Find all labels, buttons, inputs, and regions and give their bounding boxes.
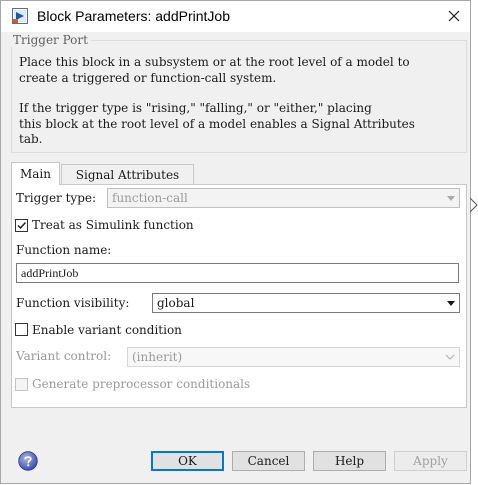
trigger-type-value: function-call — [112, 191, 188, 205]
window-title: Block Parameters: addPrintJob — [37, 8, 230, 24]
tab-signal-attributes[interactable]: Signal Attributes — [61, 164, 194, 185]
description-line: If the trigger type is "rising," "fallin… — [19, 101, 372, 115]
chevron-down-icon — [445, 354, 455, 360]
description-line: tab. — [19, 132, 43, 146]
trigger-type-dropdown[interactable]: function-call — [107, 188, 460, 208]
chevron-down-icon — [447, 196, 455, 201]
function-visibility-value: global — [157, 296, 195, 310]
generate-preprocessor-conditionals-label: Generate preprocessor conditionals — [32, 377, 251, 391]
treat-as-simulink-function-checkbox[interactable] — [15, 219, 28, 232]
function-name-input[interactable] — [17, 264, 458, 282]
close-button[interactable] — [437, 1, 471, 32]
function-name-label: Function name: — [16, 243, 112, 257]
trigger-type-label: Trigger type: — [16, 191, 97, 205]
description-line: Place this block in a subsystem or at th… — [19, 55, 410, 69]
background-chevron-right-icon — [470, 197, 478, 213]
help-icon[interactable] — [18, 451, 38, 471]
enable-variant-condition-label: Enable variant condition — [32, 323, 182, 337]
block-description: Place this block in a subsystem or at th… — [19, 55, 464, 148]
checkmark-icon — [17, 222, 27, 230]
cancel-button[interactable]: Cancel — [232, 451, 305, 471]
variant-control-label: Variant control: — [16, 349, 112, 363]
simulink-block-icon — [12, 8, 28, 24]
function-visibility-dropdown[interactable]: global — [152, 293, 460, 313]
variant-control-combobox[interactable]: (inherit) — [127, 347, 460, 367]
generate-preprocessor-conditionals-checkbox[interactable] — [15, 378, 28, 391]
tab-main[interactable]: Main — [11, 162, 60, 185]
treat-as-simulink-function-label: Treat as Simulink function — [32, 218, 194, 232]
description-line: this block at the root level of a model … — [19, 116, 415, 131]
apply-button[interactable]: Apply — [394, 451, 467, 471]
function-visibility-label: Function visibility: — [16, 296, 130, 310]
title-bar[interactable]: Block Parameters: addPrintJob — [1, 1, 470, 32]
enable-variant-condition-checkbox[interactable] — [15, 323, 28, 336]
variant-control-value: (inherit) — [132, 350, 183, 364]
ok-button[interactable]: OK — [151, 451, 224, 471]
close-icon — [448, 10, 460, 22]
chevron-down-icon — [447, 301, 455, 306]
function-name-field[interactable] — [16, 263, 459, 283]
description-line: create a triggered or function-call syst… — [19, 70, 277, 85]
group-title: Trigger Port — [10, 33, 91, 47]
help-button[interactable]: Help — [313, 451, 386, 471]
